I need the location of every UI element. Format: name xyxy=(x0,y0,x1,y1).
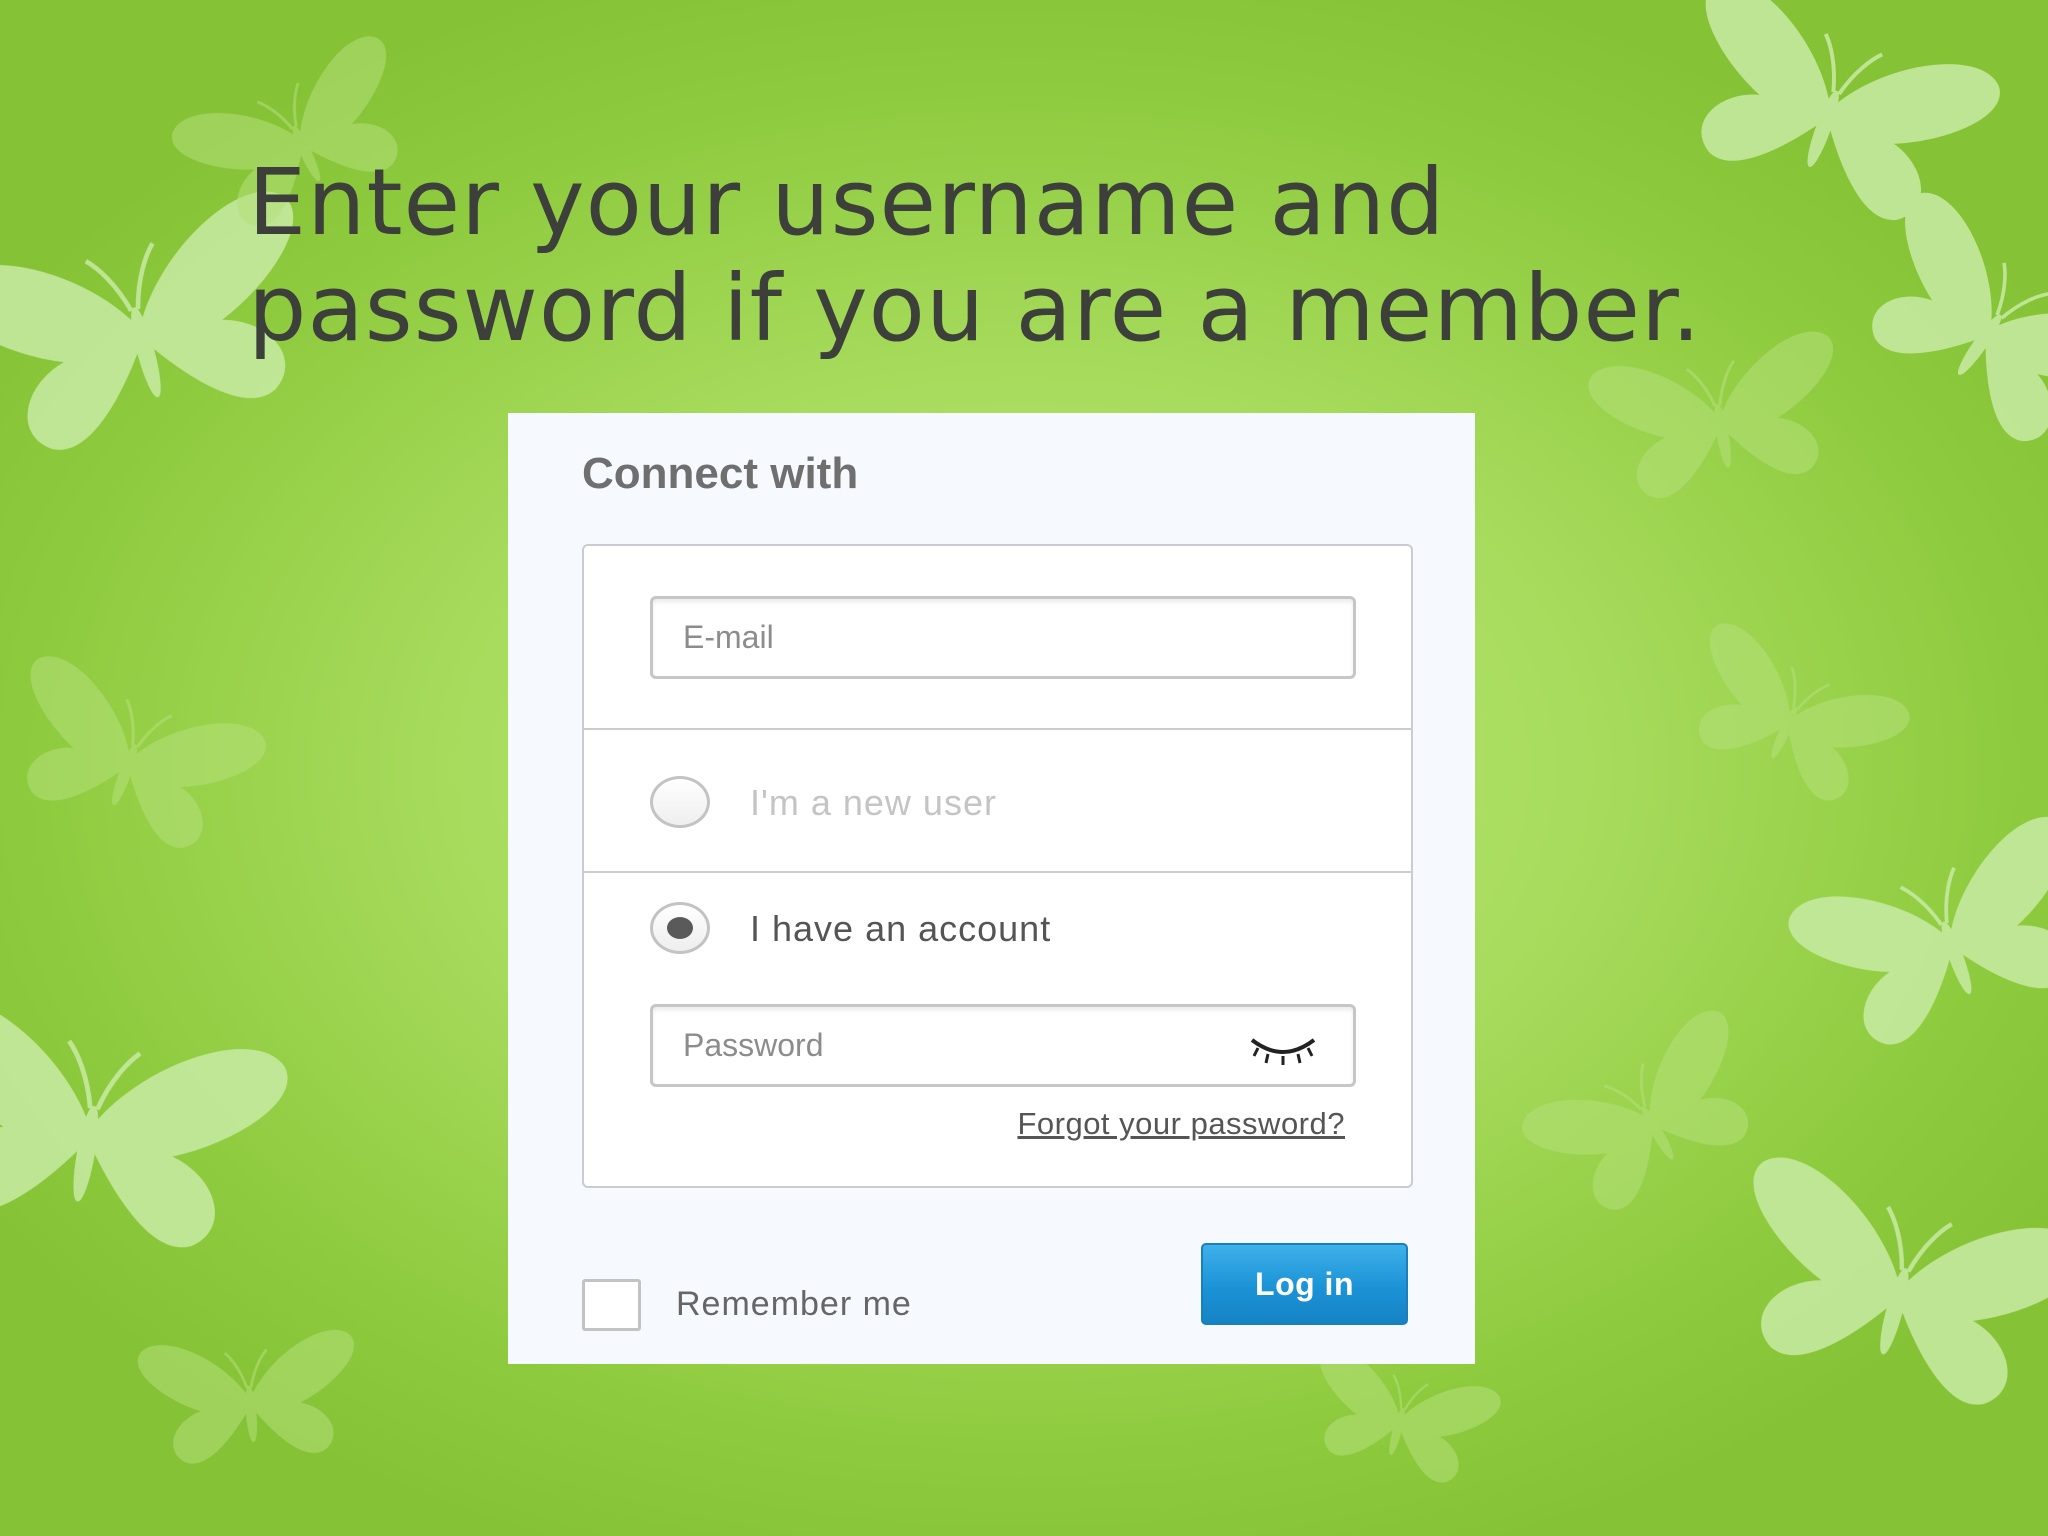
password-field-wrapper xyxy=(650,1004,1356,1087)
new-user-radio[interactable] xyxy=(650,776,710,828)
remember-me-checkbox[interactable] xyxy=(582,1279,641,1331)
divider xyxy=(584,728,1411,730)
butterfly-icon xyxy=(1296,1343,1505,1494)
login-button[interactable]: Log in xyxy=(1201,1243,1408,1325)
email-field[interactable] xyxy=(650,596,1356,679)
have-account-radio[interactable] xyxy=(650,902,710,954)
butterfly-icon xyxy=(0,993,291,1261)
have-account-label[interactable]: I have an account xyxy=(750,908,1051,950)
new-user-label[interactable]: I'm a new user xyxy=(750,782,997,824)
butterfly-icon xyxy=(1712,1151,2048,1422)
login-card: Connect with I'm a new user I have an ac… xyxy=(508,413,1475,1364)
butterfly-icon xyxy=(1831,182,2048,473)
butterfly-icon xyxy=(1666,616,1916,820)
butterfly-icon xyxy=(0,649,273,867)
slide-title: Enter your username and password if you … xyxy=(248,149,1702,362)
login-form: I'm a new user I have an account Forgot … xyxy=(582,544,1413,1188)
forgot-password-link[interactable]: Forgot your password? xyxy=(1017,1106,1345,1142)
divider xyxy=(584,871,1411,873)
butterfly-icon xyxy=(135,1327,365,1469)
butterfly-icon xyxy=(1781,808,2048,1067)
remember-me-label[interactable]: Remember me xyxy=(676,1285,912,1324)
butterfly-icon xyxy=(1514,1002,1783,1234)
connect-heading: Connect with xyxy=(582,449,859,498)
eye-closed-icon[interactable] xyxy=(1248,1034,1318,1068)
